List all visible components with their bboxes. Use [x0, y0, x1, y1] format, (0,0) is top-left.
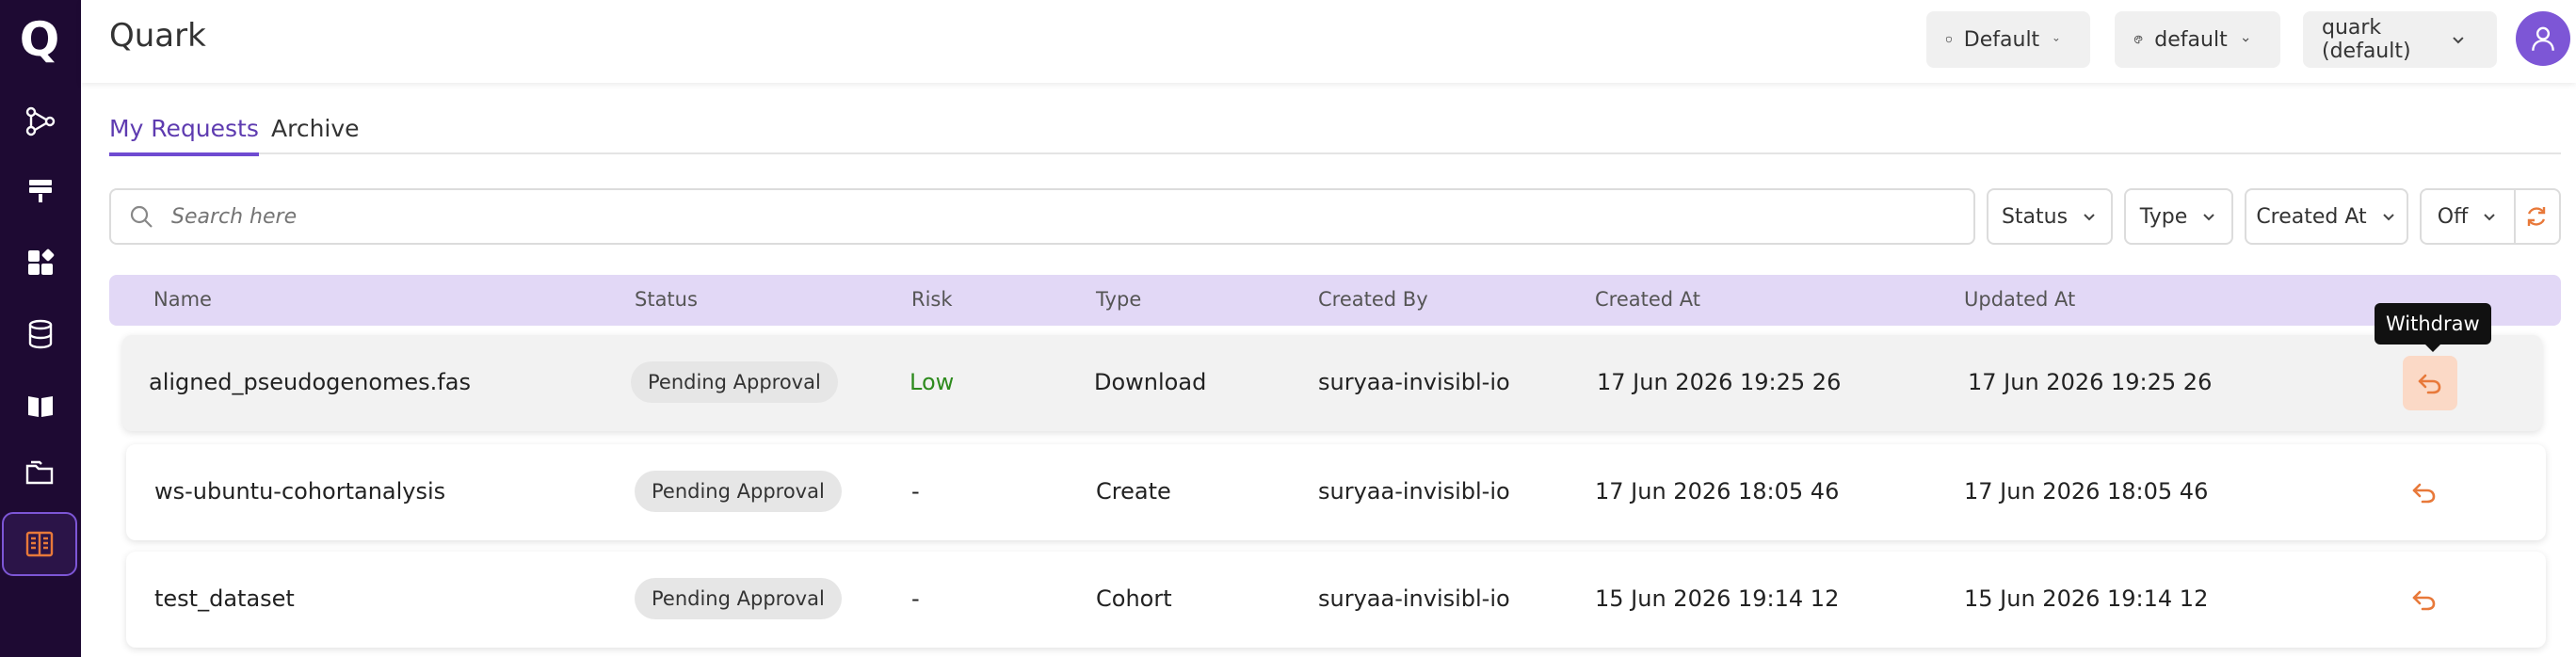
undo-icon [2412, 590, 2436, 611]
request-name: aligned_pseudogenomes.fas [149, 369, 471, 395]
status-badge: Pending Approval [631, 361, 838, 403]
chevron-down-icon [2203, 214, 2214, 221]
column-updated-at[interactable]: Updated At [1964, 288, 2075, 311]
request-name: test_dataset [154, 585, 295, 612]
workflow-icon [25, 106, 56, 136]
chevron-down-icon [2084, 214, 2095, 221]
refresh-icon [2527, 207, 2546, 226]
sidebar-item-files[interactable] [0, 444, 81, 503]
chevron-down-icon [2484, 214, 2495, 221]
sidebar-item-docs[interactable] [0, 377, 81, 435]
apps-icon [28, 248, 55, 275]
request-name: ws-ubuntu-cohortanalysis [154, 478, 446, 505]
created-by-value: suryaa-invisibl-io [1318, 369, 1510, 395]
auto-refresh-select[interactable]: Off [2420, 188, 2516, 245]
updated-at-value: 15 Jun 2026 19:14 12 [1964, 585, 2209, 612]
withdraw-button[interactable] [2397, 465, 2452, 520]
book-icon [28, 396, 53, 417]
chevron-down-icon [2053, 38, 2059, 41]
auto-refresh-label: Off [2437, 204, 2469, 229]
updated-at-value: 17 Jun 2026 19:25 26 [1968, 369, 2213, 395]
sidebar: Q [0, 0, 81, 657]
chevron-down-icon [2242, 38, 2249, 42]
status-filter[interactable]: Status [1987, 188, 2113, 245]
refresh-button[interactable] [2514, 188, 2561, 245]
withdraw-button[interactable] [2403, 356, 2457, 410]
created-at-filter-label: Created At [2256, 204, 2367, 229]
project-label: Default [1963, 27, 2040, 52]
top-bar: Quark Default default quark (default) [81, 0, 2576, 83]
sidebar-item-datasets[interactable] [0, 305, 81, 363]
type-filter-label: Type [2139, 204, 2188, 229]
created-by-value: suryaa-invisibl-io [1318, 585, 1510, 612]
column-name[interactable]: Name [153, 288, 212, 311]
status-filter-label: Status [2001, 204, 2069, 229]
workspace-label: quark (default) [2322, 16, 2411, 63]
tab-my-requests[interactable]: My Requests [109, 115, 259, 156]
risk-value: Low [910, 369, 955, 395]
table-row[interactable]: ws-ubuntu-cohortanalysis Pending Approva… [126, 444, 2546, 540]
risk-value: - [911, 478, 920, 505]
theme-label: default [2154, 27, 2228, 52]
requests-icon [25, 531, 54, 557]
column-risk[interactable]: Risk [911, 288, 953, 311]
created-at-filter[interactable]: Created At [2245, 188, 2408, 245]
workspace-selector[interactable]: quark (default) [2303, 11, 2497, 68]
avatar[interactable] [2516, 11, 2570, 66]
status-badge: Pending Approval [635, 471, 842, 512]
created-at-value: 15 Jun 2026 19:14 12 [1595, 585, 1840, 612]
database-icon [28, 319, 53, 349]
created-at-value: 17 Jun 2026 18:05 46 [1595, 478, 1840, 505]
table-row[interactable]: test_dataset Pending Approval - Cohort s… [126, 552, 2546, 648]
risk-value: - [911, 585, 920, 612]
tab-archive[interactable]: Archive [271, 115, 360, 152]
chevron-down-icon [2382, 214, 2394, 221]
search-icon [130, 205, 153, 228]
created-at-value: 17 Jun 2026 19:25 26 [1597, 369, 1842, 395]
column-type[interactable]: Type [1096, 288, 1141, 311]
sidebar-item-requests[interactable] [2, 512, 77, 576]
sidebar-item-compute[interactable] [0, 162, 81, 220]
withdraw-button[interactable] [2397, 572, 2452, 627]
type-filter[interactable]: Type [2124, 188, 2233, 245]
compute-icon [29, 180, 52, 202]
undo-icon [2418, 374, 2441, 394]
withdraw-tooltip: Withdraw [2375, 303, 2491, 352]
search-input[interactable] [169, 203, 1868, 230]
updated-at-value: 17 Jun 2026 18:05 46 [1964, 478, 2209, 505]
shield-icon [1945, 36, 1952, 43]
page-title: Quark [109, 17, 206, 55]
created-by-value: suryaa-invisibl-io [1318, 478, 1510, 505]
table-row[interactable]: aligned_pseudogenomes.fas Pending Approv… [122, 335, 2542, 431]
user-icon [2532, 26, 2554, 51]
theme-selector[interactable]: default [2115, 11, 2280, 68]
sidebar-item-workflows[interactable] [0, 92, 81, 151]
quark-logo[interactable]: Q [13, 13, 66, 66]
column-created-by[interactable]: Created By [1318, 288, 1428, 311]
type-value: Download [1094, 369, 1207, 395]
type-value: Cohort [1096, 585, 1172, 612]
chevron-down-icon [2453, 37, 2464, 44]
column-created-at[interactable]: Created At [1595, 288, 1700, 311]
palette-icon [2133, 35, 2143, 44]
undo-icon [2412, 483, 2436, 504]
column-status[interactable]: Status [635, 288, 698, 311]
sidebar-item-apps[interactable] [0, 233, 81, 292]
folder-icon [25, 460, 54, 485]
status-badge: Pending Approval [635, 578, 842, 619]
project-selector[interactable]: Default [1926, 11, 2090, 68]
table-header: Name Status Risk Type Created By Created… [109, 275, 2561, 326]
type-value: Create [1096, 478, 1171, 505]
request-tabs: My Requests Archive [109, 109, 2561, 156]
search-box [109, 188, 1975, 245]
